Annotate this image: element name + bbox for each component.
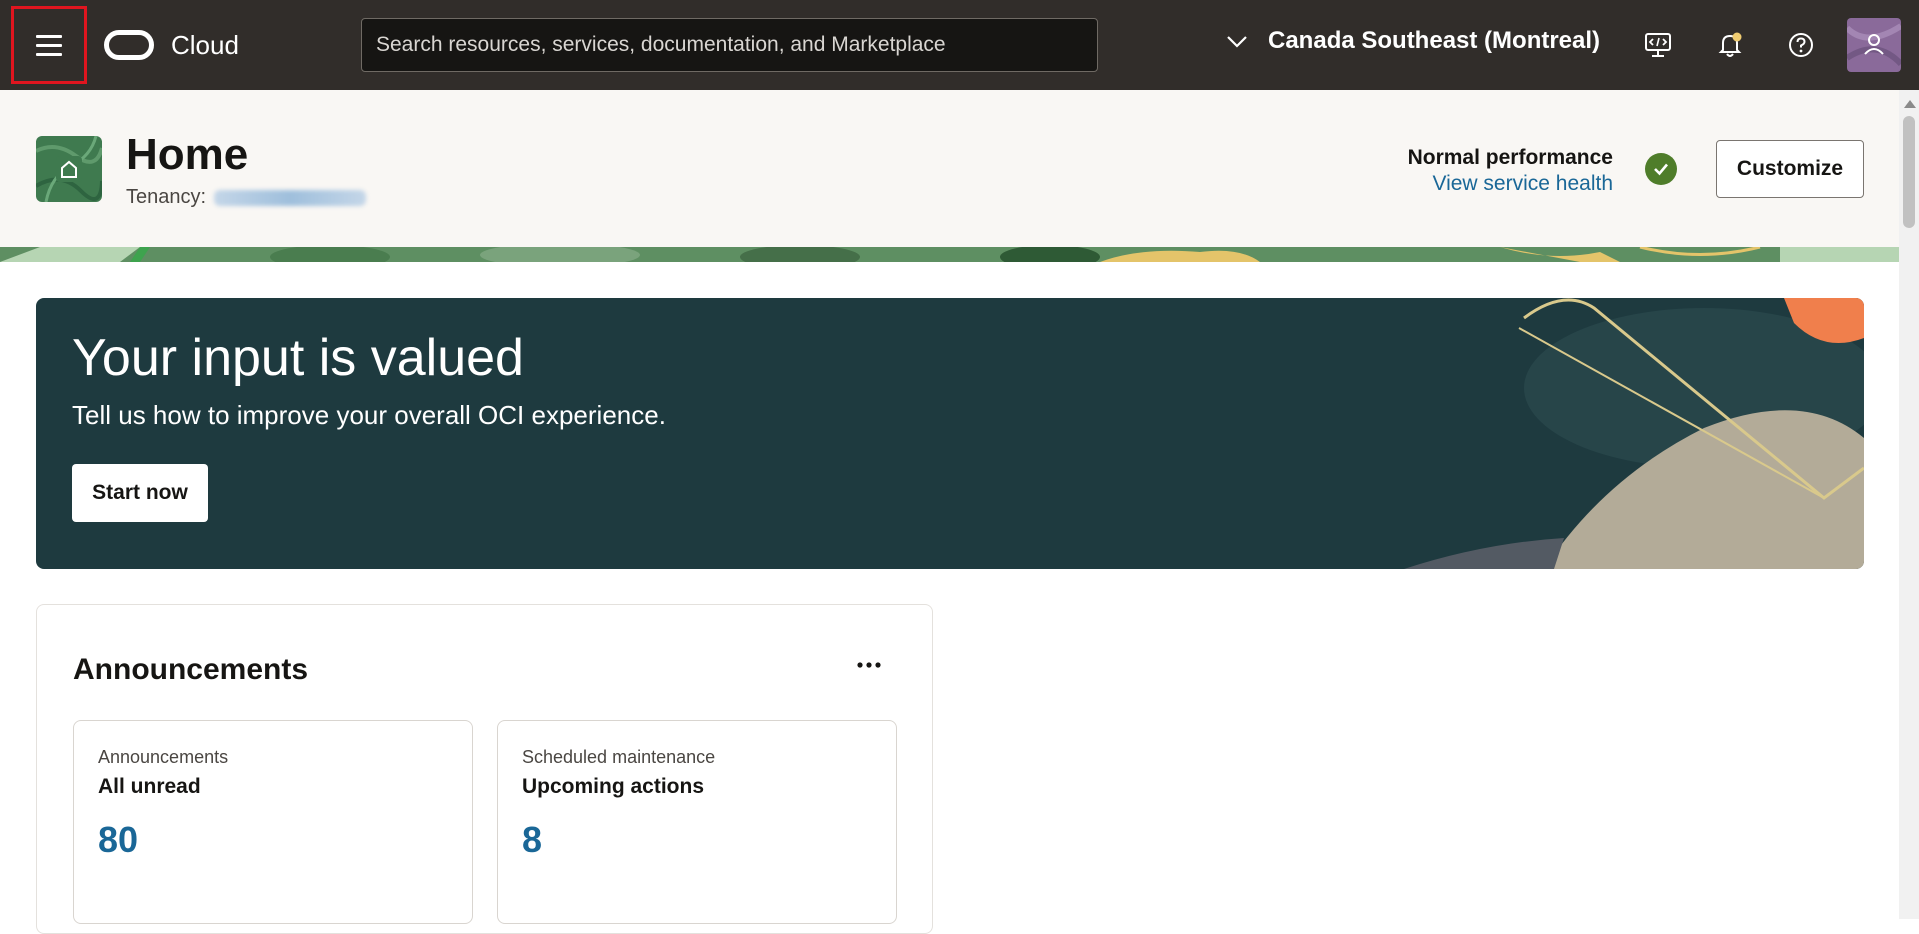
bell-icon (1718, 32, 1742, 57)
card-subtitle: Scheduled maintenance (522, 747, 716, 767)
check-circle-icon (1645, 153, 1677, 185)
start-now-button[interactable]: Start now (72, 464, 208, 522)
view-service-health-link[interactable]: View service health (1408, 172, 1613, 196)
card-heading: Upcoming actions (522, 775, 705, 798)
header-decorative-pattern (0, 247, 1899, 262)
more-actions-button[interactable] (849, 649, 889, 681)
service-health-summary: Normal performance View service health (1408, 146, 1613, 196)
scrollbar-thumb[interactable] (1903, 116, 1915, 228)
notifications-button[interactable] (1711, 26, 1749, 64)
customize-button[interactable]: Customize (1716, 140, 1864, 198)
more-horizontal-icon (857, 662, 881, 668)
home-badge (36, 136, 102, 202)
cloud-shell-icon (1645, 33, 1671, 57)
help-button[interactable] (1782, 26, 1820, 64)
performance-status: Normal performance (1407, 146, 1613, 169)
cloud-shell-button[interactable] (1639, 26, 1677, 64)
tenancy-label: Tenancy: (126, 186, 207, 208)
oracle-logo-icon[interactable] (104, 30, 154, 60)
card-subtitle: Announcements (98, 747, 229, 767)
home-icon (36, 136, 102, 202)
page-header: Home Tenancy: Normal performance View se… (0, 90, 1899, 262)
search-input[interactable] (376, 33, 1097, 57)
search-box[interactable] (361, 18, 1098, 72)
feedback-banner: Your input is valued Tell us how to impr… (36, 298, 1864, 569)
hamburger-icon (36, 32, 62, 59)
navigation-menu-button[interactable] (11, 6, 87, 84)
announcements-title: Announcements (73, 653, 309, 686)
unread-count: 80 (98, 819, 139, 860)
banner-title: Your input is valued (72, 329, 524, 387)
banner-subtitle: Tell us how to improve your overall OCI … (72, 400, 666, 430)
top-navigation-bar: Cloud Canada Southeast (Montreal) (0, 0, 1919, 90)
banner-decorative-art (1404, 298, 1864, 569)
help-icon (1789, 33, 1813, 57)
announcements-widget: Announcements Announcements All unread 8… (36, 604, 933, 934)
tenancy-info: Tenancy: (126, 186, 367, 209)
scroll-up-arrow-icon[interactable] (1904, 100, 1916, 108)
region-selector[interactable]: Canada Southeast (Montreal) (1226, 27, 1600, 55)
all-unread-announcements-card[interactable]: Announcements All unread 80 (73, 720, 473, 924)
upcoming-actions-count: 8 (522, 819, 543, 860)
card-heading: All unread (98, 775, 201, 798)
region-label: Canada Southeast (Montreal) (1268, 27, 1601, 54)
tenancy-name-redacted[interactable] (214, 189, 367, 206)
user-icon (1847, 23, 1901, 67)
user-profile-button[interactable] (1847, 18, 1901, 72)
page-scrollbar[interactable] (1899, 90, 1919, 919)
chevron-down-icon (1227, 36, 1247, 48)
page-title: Home (126, 130, 249, 179)
upcoming-maintenance-card[interactable]: Scheduled maintenance Upcoming actions 8 (497, 720, 897, 924)
brand-name[interactable]: Cloud (171, 30, 239, 61)
